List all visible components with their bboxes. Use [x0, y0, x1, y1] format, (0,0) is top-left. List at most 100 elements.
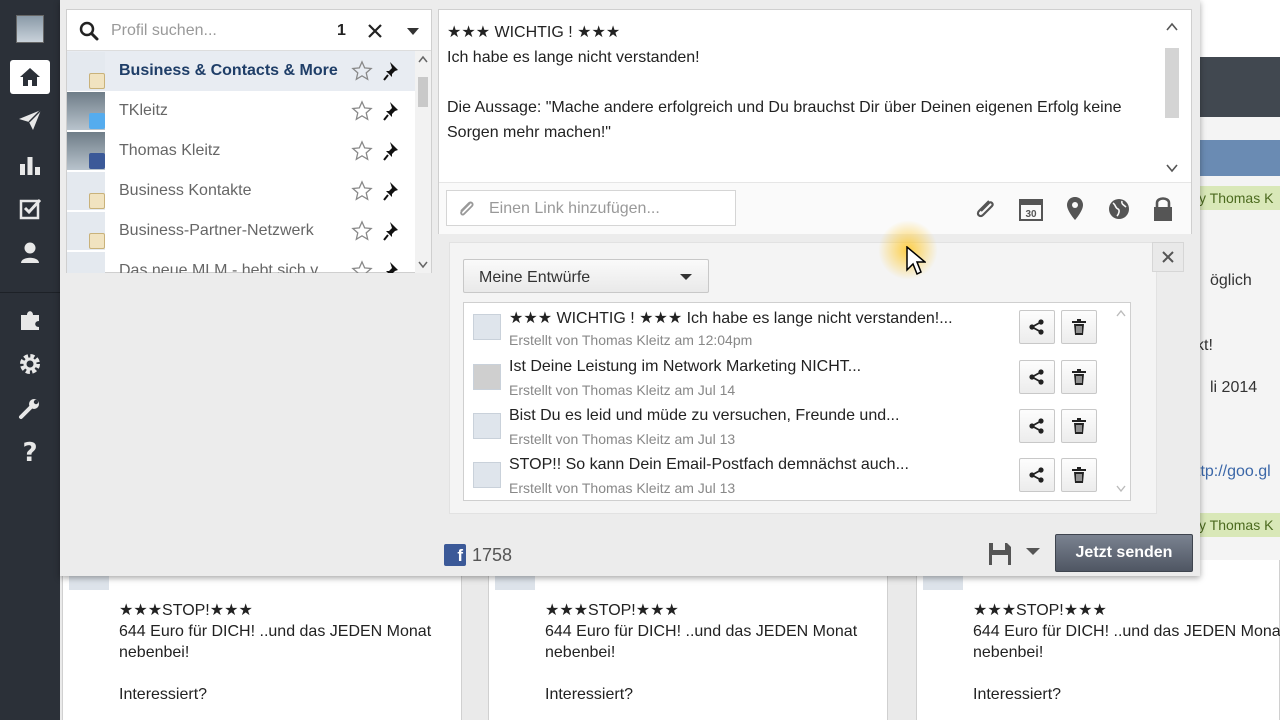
chevron-down-icon[interactable]	[401, 19, 425, 43]
draft-meta: Erstellt von Thomas Kleitz am Jul 13	[509, 431, 736, 447]
star-icon[interactable]	[351, 60, 373, 87]
contacts-icon[interactable]	[10, 236, 50, 270]
profile-picker: 1 Business & Contacts & More TKleitz	[66, 9, 432, 273]
star-icon[interactable]	[351, 100, 373, 127]
stream-link[interactable]: ttp://goo.gl	[1196, 463, 1271, 481]
star-icon[interactable]	[351, 140, 373, 167]
share-button[interactable]	[1019, 458, 1055, 492]
draft-item[interactable]: ★★★ WICHTIG ! ★★★ Ich habe es lange nich…	[465, 303, 1111, 352]
group-avatar	[473, 462, 501, 488]
share-button[interactable]	[1019, 360, 1055, 394]
delete-button[interactable]	[1061, 360, 1097, 394]
tasks-icon[interactable]	[10, 192, 50, 226]
trash-icon	[1072, 418, 1086, 434]
share-button[interactable]	[1019, 310, 1055, 344]
chevron-down-icon[interactable]	[1116, 485, 1126, 493]
draft-item[interactable]: Bist Du es leid und müde zu versuchen, F…	[465, 402, 1111, 451]
profile-item[interactable]: Business Kontakte	[67, 171, 415, 211]
chevron-down-icon[interactable]	[418, 261, 428, 269]
message-editor[interactable]: ★★★ WICHTIG ! ★★★ Ich habe es lange nich…	[438, 9, 1192, 234]
stream-post: ★★★STOP!★★★ 644 Euro für DICH! ..und das…	[62, 560, 462, 720]
share-button[interactable]	[1019, 409, 1055, 443]
help-icon[interactable]: ?	[10, 436, 50, 470]
close-icon	[1162, 251, 1174, 263]
chevron-up-icon[interactable]	[1116, 309, 1126, 317]
chevron-up-icon[interactable]	[1166, 22, 1178, 31]
star-icon[interactable]	[351, 180, 373, 207]
drafts-scrollbar[interactable]	[1112, 303, 1130, 500]
compose-footer: f 1758 Jetzt senden	[438, 532, 1198, 576]
group-badge-icon	[89, 73, 105, 89]
pin-icon[interactable]	[383, 220, 403, 247]
attach-icon[interactable]	[971, 195, 999, 223]
profile-item[interactable]: Business-Partner-Netzwerk	[67, 211, 415, 251]
send-now-button[interactable]: Jetzt senden	[1055, 534, 1193, 572]
group-badge-icon	[89, 233, 105, 249]
character-count: 1758	[472, 544, 513, 565]
lock-icon[interactable]	[1149, 195, 1177, 223]
profile-item[interactable]: Das neue MLM - hebt sich v...	[67, 251, 415, 273]
trash-icon	[1072, 467, 1086, 483]
scrollbar-thumb[interactable]	[418, 77, 428, 107]
profile-label: Business-Partner-Netzwerk	[119, 222, 314, 239]
message-text[interactable]: ★★★ WICHTIG ! ★★★ Ich habe es lange nich…	[447, 20, 1157, 145]
draft-item[interactable]: Ist Deine Leistung im Network Marketing …	[465, 353, 1111, 402]
apps-icon[interactable]	[10, 303, 50, 337]
analytics-icon[interactable]	[10, 148, 50, 182]
profile-label: Thomas Kleitz	[119, 142, 221, 159]
close-drafts-button[interactable]	[1152, 242, 1184, 272]
pin-icon[interactable]	[383, 60, 403, 87]
message-scrollbar[interactable]	[1161, 18, 1185, 178]
twitter-icon	[89, 113, 105, 129]
profile-list-scrollbar[interactable]	[415, 51, 431, 273]
tools-icon[interactable]	[10, 392, 50, 426]
home-icon[interactable]	[10, 60, 50, 94]
user-avatar[interactable]	[16, 15, 44, 43]
stream-toolbar	[1195, 57, 1280, 117]
facebook-count: f 1758	[444, 544, 512, 566]
profile-item[interactable]: Thomas Kleitz	[67, 131, 415, 171]
settings-icon[interactable]	[10, 347, 50, 381]
facebook-icon: f	[444, 544, 466, 566]
post-text: ★★★STOP!★★★ 644 Euro für DICH! ..und das…	[119, 602, 432, 703]
stream-author-tag: y Thomas K	[1195, 513, 1280, 537]
draft-item[interactable]: STOP!! So kann Dein Email-Postfach demnä…	[465, 451, 1111, 500]
save-draft-button[interactable]	[984, 538, 1016, 570]
link-field[interactable]	[446, 190, 736, 226]
location-icon[interactable]	[1061, 195, 1089, 223]
schedule-icon[interactable]: 30	[1017, 195, 1045, 223]
pin-icon[interactable]	[383, 260, 403, 273]
scrollbar-thumb[interactable]	[1165, 48, 1179, 118]
pin-icon[interactable]	[383, 180, 403, 207]
share-icon	[1029, 467, 1044, 483]
chevron-up-icon[interactable]	[418, 55, 428, 63]
clear-selection-icon[interactable]	[363, 19, 387, 43]
pin-icon[interactable]	[383, 100, 403, 127]
globe-icon[interactable]	[1105, 195, 1133, 223]
profile-label: Das neue MLM - hebt sich v...	[119, 262, 331, 273]
caret-down-icon	[680, 274, 692, 280]
chevron-down-icon[interactable]	[1166, 164, 1178, 173]
profile-label: TKleitz	[119, 102, 168, 119]
link-input[interactable]	[489, 197, 729, 221]
draft-meta: Erstellt von Thomas Kleitz am Jul 13	[509, 480, 736, 496]
star-icon[interactable]	[351, 260, 373, 273]
profile-item[interactable]: Business & Contacts & More	[67, 51, 415, 91]
search-icon[interactable]	[79, 21, 99, 46]
stream-author-tag: y Thomas K	[1195, 186, 1280, 210]
draft-title: Ist Deine Leistung im Network Marketing …	[509, 358, 862, 375]
star-icon[interactable]	[351, 220, 373, 247]
profile-search-input[interactable]	[111, 18, 321, 44]
send-icon[interactable]	[10, 103, 50, 137]
group-avatar	[473, 413, 501, 439]
share-icon	[1029, 319, 1044, 335]
profile-item[interactable]: TKleitz	[67, 91, 415, 131]
link-icon	[457, 200, 477, 223]
draft-title: ★★★ WICHTIG ! ★★★ Ich habe es lange nich…	[509, 310, 953, 327]
delete-button[interactable]	[1061, 458, 1097, 492]
pin-icon[interactable]	[383, 140, 403, 167]
save-options-caret-icon[interactable]	[1026, 548, 1040, 555]
delete-button[interactable]	[1061, 409, 1097, 443]
drafts-dropdown[interactable]: Meine Entwürfe	[463, 259, 709, 293]
delete-button[interactable]	[1061, 310, 1097, 344]
